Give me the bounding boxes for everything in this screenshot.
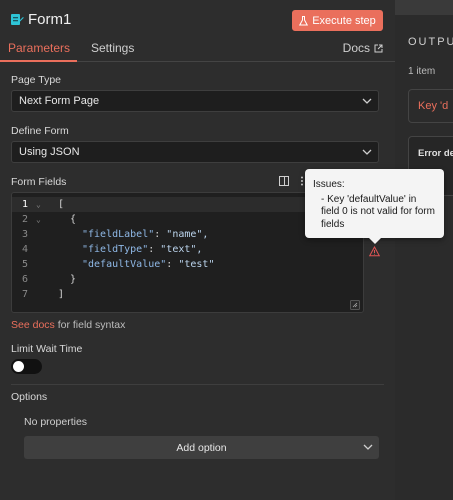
expand-editor-icon[interactable] xyxy=(279,176,289,186)
limit-wait-time-toggle[interactable] xyxy=(11,359,42,374)
form-fields-label: Form Fields xyxy=(11,176,67,188)
flask-icon xyxy=(299,15,309,25)
define-form-label: Define Form xyxy=(11,125,69,137)
node-header: Form1 Execute step xyxy=(0,0,395,40)
output-title: OUTPUT xyxy=(408,36,453,48)
warning-icon[interactable] xyxy=(369,246,380,257)
page-type-value: Next Form Page xyxy=(19,95,100,107)
output-panel: OUTPUT 1 item Key 'd Error de Ot xyxy=(395,0,453,500)
no-properties-text: No properties xyxy=(24,416,88,428)
issues-tooltip-message: - Key 'defaultValue' in field 0 is not v… xyxy=(321,193,435,230)
field-syntax-hint: See docs for field syntax xyxy=(11,319,125,331)
active-tab-indicator xyxy=(0,60,77,62)
node-title[interactable]: Form1 xyxy=(28,11,71,28)
node-settings-panel: Form1 Execute step Parameters Settings D… xyxy=(0,0,395,500)
form-node-icon xyxy=(11,14,24,25)
chevron-down-icon xyxy=(363,444,373,450)
tooltip-arrow xyxy=(369,238,381,244)
options-label: Options xyxy=(11,391,48,403)
execute-step-label: Execute step xyxy=(312,14,376,27)
tab-settings[interactable]: Settings xyxy=(91,41,134,55)
resize-handle-icon[interactable] xyxy=(350,300,360,310)
page-type-select[interactable]: Next Form Page xyxy=(11,90,379,112)
field-syntax-text: for field syntax xyxy=(54,319,126,331)
chevron-down-icon xyxy=(362,98,372,104)
output-item-count: 1 item xyxy=(408,66,436,77)
toggle-knob xyxy=(13,361,24,372)
docs-link[interactable]: Docs xyxy=(343,41,383,55)
tab-parameters[interactable]: Parameters xyxy=(8,41,70,55)
output-top-bar xyxy=(395,0,453,15)
page-type-label: Page Type xyxy=(11,74,62,86)
limit-wait-time-label: Limit Wait Time xyxy=(11,343,83,355)
code-line: 5 "defaultValue": "test" xyxy=(21,259,215,270)
see-docs-link[interactable]: See docs xyxy=(11,319,55,331)
output-error-message-card[interactable]: Key 'd xyxy=(408,89,453,123)
add-option-button[interactable]: Add option xyxy=(24,436,379,459)
code-line: 6 } xyxy=(21,274,77,285)
fold-toggle-icon[interactable]: ⌄ xyxy=(36,215,48,224)
fold-toggle-icon[interactable]: ⌄ xyxy=(36,200,48,209)
external-link-icon xyxy=(374,44,383,52)
section-divider xyxy=(11,384,384,385)
issues-tooltip-title: Issues: xyxy=(313,179,345,190)
form-fields-actions xyxy=(279,176,307,186)
output-error-text: Key 'd xyxy=(418,100,449,112)
error-details-title: Error de xyxy=(418,148,453,159)
code-line: 7 ] xyxy=(21,289,65,300)
issues-tooltip: Issues: - Key 'defaultValue' in field 0 … xyxy=(305,169,444,244)
define-form-select[interactable]: Using JSON xyxy=(11,141,379,163)
chevron-down-icon xyxy=(362,149,372,155)
define-form-value: Using JSON xyxy=(19,146,80,158)
execute-step-button[interactable]: Execute step xyxy=(292,10,383,31)
code-line: 4 "fieldType": "text", xyxy=(21,244,203,255)
docs-label: Docs xyxy=(342,41,370,55)
add-option-label: Add option xyxy=(176,441,227,454)
tab-bar: Parameters Settings Docs xyxy=(0,40,395,62)
